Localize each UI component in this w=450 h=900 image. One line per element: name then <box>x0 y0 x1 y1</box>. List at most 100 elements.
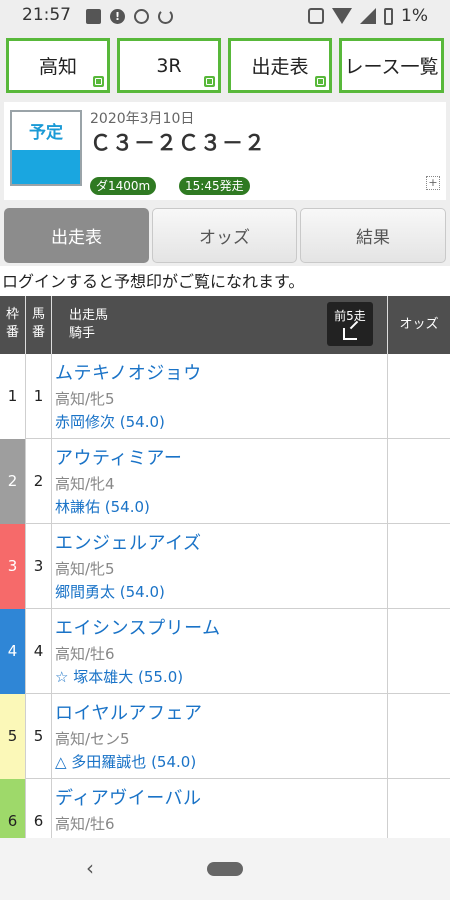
race-status-bar <box>12 150 80 184</box>
race-distance-badge: ダ1400m <box>90 177 157 195</box>
nav-tile-label: 出走表 <box>251 56 309 78</box>
nav-tile-label: レース一覧 <box>344 56 439 78</box>
race-name: Ｃ３－２Ｃ３－２ <box>90 131 266 155</box>
nav-tile-race-number[interactable]: 3R <box>117 38 221 93</box>
odds-cell <box>388 694 450 779</box>
system-nav-bar: ‹ <box>0 838 450 900</box>
horse-name-link[interactable]: エイシンスプリーム <box>55 614 387 640</box>
column-header-odds: オッズ <box>388 296 450 354</box>
column-header-umaban: 馬 番 <box>26 296 52 354</box>
umaban-cell: 1 <box>26 354 52 439</box>
column-header-text: 出走馬 <box>69 308 109 323</box>
horse-info: 高知/牡6 <box>55 645 115 663</box>
odds-cell <box>388 354 450 439</box>
race-status-badge: 予定 <box>10 110 82 186</box>
jockey-link[interactable]: 郷間勇太 (54.0) <box>55 581 387 602</box>
horse-cell: ロイヤルアフェア 高知/セン5 △ 多田羅誠也 (54.0) <box>52 694 388 779</box>
jockey-link[interactable]: 林謙佑 (54.0) <box>55 496 387 517</box>
prev5-races-button[interactable]: 前5走 <box>327 302 373 346</box>
tab-entries[interactable]: 出走表 <box>4 208 149 263</box>
horse-info: 高知/牝5 <box>55 390 115 408</box>
jockey-link[interactable]: △ 多田羅誠也 (54.0) <box>55 751 387 772</box>
dropdown-corner-icon <box>204 76 215 87</box>
odds-cell <box>388 439 450 524</box>
wifi-icon <box>332 8 353 24</box>
table-header: 枠 番 馬 番 出走馬 騎手 前5走 オッズ <box>0 296 450 354</box>
login-notice[interactable]: ログインすると予想印がご覧になれます。 <box>0 268 450 296</box>
waku-cell: 2 <box>0 439 26 524</box>
column-header-text: 枠 <box>5 307 19 322</box>
table-row[interactable]: 2 2 アウティミアー 高知/牝4 林謙佑 (54.0) <box>0 439 450 524</box>
horse-name-link[interactable]: エンジェルアイズ <box>55 529 387 555</box>
horse-cell: ムテキノオジョウ 高知/牝5 赤岡修次 (54.0) <box>52 354 388 439</box>
umaban-cell: 3 <box>26 524 52 609</box>
column-header-text: 騎手 <box>69 326 96 341</box>
tab-label: オッズ <box>199 228 250 248</box>
table-row[interactable]: 4 4 エイシンスプリーム 高知/牡6 ☆ 塚本雄大 (55.0) <box>0 609 450 694</box>
horse-name-link[interactable]: ムテキノオジョウ <box>55 359 387 385</box>
umaban-cell: 2 <box>26 439 52 524</box>
jockey-link[interactable]: 赤岡修次 (54.0) <box>55 411 387 432</box>
horse-cell: アウティミアー 高知/牝4 林謙佑 (54.0) <box>52 439 388 524</box>
column-header-waku: 枠 番 <box>0 296 26 354</box>
sync-icon <box>158 8 173 24</box>
system-icons: 1% <box>308 6 428 26</box>
top-nav: 高知 3R 出走表 レース一覧 <box>0 32 450 99</box>
status-bar: 21:57 ! 1% <box>0 0 450 32</box>
umaban-cell: 5 <box>26 694 52 779</box>
tab-label: 結果 <box>356 228 390 248</box>
race-header: 予定 2020年3月10日 Ｃ３－２Ｃ３－２ ダ1400m 15:45発走 + <box>0 99 450 203</box>
home-pill-icon[interactable] <box>207 862 243 876</box>
column-header-text: 番 <box>5 325 19 340</box>
nav-tile-race-list[interactable]: レース一覧 <box>339 38 444 93</box>
status-time: 21:57 <box>22 5 71 25</box>
jockey-link[interactable]: ☆ 塚本雄大 (55.0) <box>55 666 387 687</box>
horse-info: 高知/牝5 <box>55 560 115 578</box>
horse-cell: エンジェルアイズ 高知/牝5 郷間勇太 (54.0) <box>52 524 388 609</box>
column-header-text: 馬 <box>31 307 45 322</box>
battery-percent: 1% <box>401 6 428 26</box>
odds-cell <box>388 609 450 694</box>
vibrate-icon <box>308 8 325 24</box>
table-row[interactable]: 5 5 ロイヤルアフェア 高知/セン5 △ 多田羅誠也 (54.0) <box>0 694 450 779</box>
horse-info: 高知/牡6 <box>55 815 115 833</box>
external-link-icon <box>343 328 357 340</box>
tab-results[interactable]: 結果 <box>300 208 446 263</box>
table-row[interactable]: 1 1 ムテキノオジョウ 高知/牝5 赤岡修次 (54.0) <box>0 354 450 439</box>
tab-odds[interactable]: オッズ <box>152 208 297 263</box>
dropdown-corner-icon <box>93 76 104 87</box>
race-status-label: 予定 <box>29 123 63 143</box>
horse-name-link[interactable]: ディアヴイーバル <box>55 784 387 810</box>
prev5-label: 前5走 <box>334 309 366 323</box>
expand-icon[interactable]: + <box>426 176 440 190</box>
race-date: 2020年3月10日 <box>90 111 195 127</box>
nav-tile-entries[interactable]: 出走表 <box>228 38 332 93</box>
column-header-text: オッズ <box>399 317 439 332</box>
odds-cell <box>388 524 450 609</box>
alert-notification-icon: ! <box>110 8 125 24</box>
notification-icons: ! <box>86 8 173 24</box>
waku-cell: 1 <box>0 354 26 439</box>
nav-tile-label: 高知 <box>38 56 77 78</box>
horse-name-link[interactable]: アウティミアー <box>55 444 387 470</box>
waku-cell: 4 <box>0 609 26 694</box>
image-notification-icon <box>86 8 101 24</box>
dropdown-corner-icon <box>315 76 326 87</box>
tab-bar: 出走表 オッズ 結果 <box>0 203 450 266</box>
nav-tile-label: 3R <box>156 54 182 77</box>
waku-cell: 3 <box>0 524 26 609</box>
signal-icon <box>360 8 377 24</box>
horse-name-link[interactable]: ロイヤルアフェア <box>55 699 387 725</box>
horse-cell: エイシンスプリーム 高知/牡6 ☆ 塚本雄大 (55.0) <box>52 609 388 694</box>
data-saver-icon <box>134 8 149 24</box>
back-icon[interactable]: ‹ <box>86 858 100 878</box>
column-header-text: 番 <box>31 325 45 340</box>
nav-tile-venue[interactable]: 高知 <box>6 38 110 93</box>
tab-label: 出走表 <box>51 228 102 248</box>
umaban-cell: 4 <box>26 609 52 694</box>
battery-icon <box>384 7 394 25</box>
race-card: 予定 2020年3月10日 Ｃ３－２Ｃ３－２ ダ1400m 15:45発走 + <box>4 102 446 200</box>
table-row[interactable]: 3 3 エンジェルアイズ 高知/牝5 郷間勇太 (54.0) <box>0 524 450 609</box>
race-start-time-badge: 15:45発走 <box>179 177 250 195</box>
horse-info: 高知/牝4 <box>55 475 115 493</box>
